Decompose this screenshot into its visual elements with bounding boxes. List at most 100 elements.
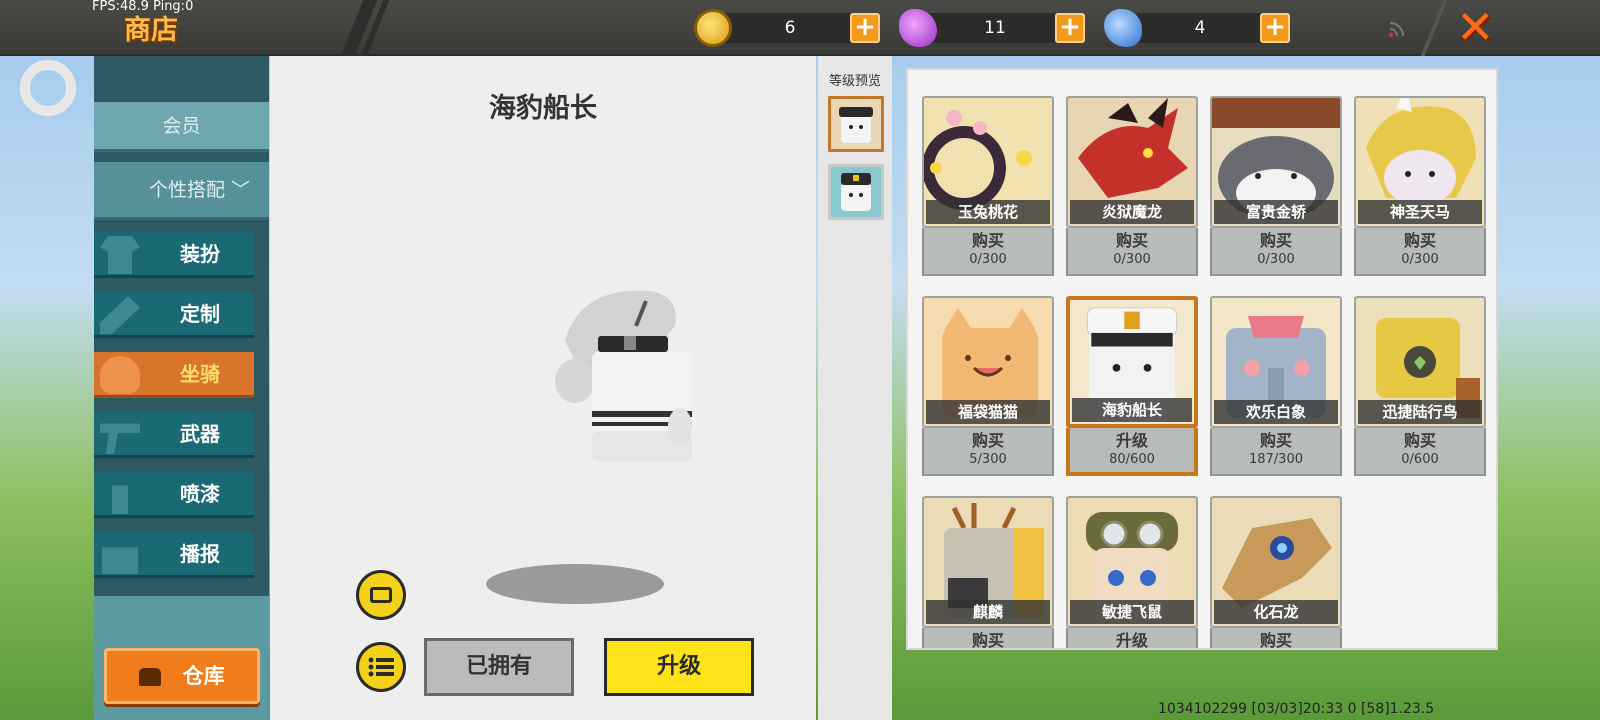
mount-card-progress: 0/300 xyxy=(1113,252,1151,267)
mount-card-action[interactable]: 购买 xyxy=(1212,631,1340,648)
warehouse-button[interactable]: 仓库 xyxy=(104,648,260,704)
pencil-icon xyxy=(100,296,140,334)
sidebar-item-label: 武器 xyxy=(180,422,220,446)
mount-card-progress: 0/300 xyxy=(1257,252,1295,267)
sidebar-item-label: 会员 xyxy=(162,115,201,137)
mount-card[interactable]: 敏捷飞鼠 升级 xyxy=(1066,496,1198,648)
briefcase-button[interactable] xyxy=(356,570,406,620)
mount-card-info: 购买 0/600 xyxy=(1354,428,1486,476)
mount-card-name: 富贵金轿 xyxy=(1214,200,1338,224)
sidebar-item-custom[interactable]: 定制 xyxy=(94,292,254,338)
mount-model[interactable] xyxy=(540,286,710,506)
mount-thumbnail: 欢乐白象 xyxy=(1210,296,1342,428)
mount-card[interactable]: 富贵金轿 购买 0/300 xyxy=(1210,96,1342,276)
chevron-down-icon: ﹀ xyxy=(231,179,251,201)
mount-card[interactable]: 福袋猫猫 购买 5/300 xyxy=(922,296,1054,476)
mount-card-action[interactable]: 升级 xyxy=(1068,631,1196,648)
upgrade-button[interactable]: 升级 xyxy=(604,638,754,696)
add-blue-gem-button[interactable]: + xyxy=(1260,13,1290,43)
mount-card-name: 麒麟 xyxy=(926,600,1050,624)
mount-card-name: 福袋猫猫 xyxy=(926,400,1050,424)
mount-card-info: 升级 80/600 xyxy=(1066,428,1198,476)
mount-card[interactable]: 玉兔桃花 购买 0/300 xyxy=(922,96,1054,276)
seal-icon xyxy=(841,173,871,211)
sidebar-item-label: 喷漆 xyxy=(180,482,220,506)
mount-card-action[interactable]: 购买 xyxy=(1068,231,1196,251)
sidebar-item-spray[interactable]: 喷漆 xyxy=(94,472,254,518)
mount-card[interactable]: 迅捷陆行鸟 购买 0/600 xyxy=(1354,296,1486,476)
owned-button[interactable]: 已拥有 xyxy=(424,638,574,696)
mount-card-name: 炎狱魔龙 xyxy=(1070,200,1194,224)
mount-card-action[interactable]: 购买 xyxy=(924,431,1052,451)
level-preview-thumb-2[interactable] xyxy=(828,164,884,220)
purple-gem-icon xyxy=(899,9,937,47)
blue-gem-icon xyxy=(1104,9,1142,47)
sidebar-item-label: 装扮 xyxy=(180,242,220,266)
mount-card[interactable]: 麒麟 购买 xyxy=(922,496,1054,648)
chest-icon xyxy=(139,668,162,686)
signal-icon xyxy=(1389,22,1404,37)
mount-card-name: 海豹船长 xyxy=(1072,398,1192,422)
currency-gold: 6 + xyxy=(694,9,880,47)
mount-card[interactable]: 欢乐白象 购买 187/300 xyxy=(1210,296,1342,476)
briefcase-icon xyxy=(370,587,392,603)
menu-circle-button[interactable] xyxy=(20,60,76,116)
mount-grid: 玉兔桃花 购买 0/300 炎狱魔龙 购买 0/300 富贵金轿 购买 0/30… xyxy=(906,68,1498,650)
mount-card-name: 欢乐白象 xyxy=(1214,400,1338,424)
mount-card-action[interactable]: 购买 xyxy=(924,631,1052,648)
sidebar-item-label: 坐骑 xyxy=(180,362,220,386)
mount-card-info: 购买 xyxy=(922,628,1054,648)
spray-can-icon xyxy=(112,485,128,514)
currency-value: 4 xyxy=(1194,18,1206,38)
mount-card-info: 购买 0/300 xyxy=(1354,228,1486,276)
mount-card-action[interactable]: 购买 xyxy=(1356,231,1484,251)
mount-card[interactable]: 神圣天马 购买 0/300 xyxy=(1354,96,1486,276)
close-button[interactable]: ✕ xyxy=(1456,4,1495,50)
mount-card-selected[interactable]: 海豹船长 升级 80/600 xyxy=(1066,296,1198,476)
mount-card-action[interactable]: 购买 xyxy=(1356,431,1484,451)
mount-card-info: 购买 xyxy=(1210,628,1342,648)
mount-thumbnail: 麒麟 xyxy=(922,496,1054,628)
mount-shadow xyxy=(486,564,664,604)
gun-icon xyxy=(100,423,140,454)
sidebar-item-personal-style[interactable]: 个性搭配 ﹀ xyxy=(94,162,269,220)
mount-card-info: 购买 0/300 xyxy=(1210,228,1342,276)
sidebar-item-weapons[interactable]: 武器 xyxy=(94,412,254,458)
gold-coin-icon xyxy=(694,9,732,47)
add-purple-gem-button[interactable]: + xyxy=(1055,13,1085,43)
mount-thumbnail: 神圣天马 xyxy=(1354,96,1486,228)
mount-card[interactable]: 炎狱魔龙 购买 0/300 xyxy=(1066,96,1198,276)
mount-thumbnail: 迅捷陆行鸟 xyxy=(1354,296,1486,428)
mount-card-info: 升级 xyxy=(1066,628,1198,648)
mount-thumbnail: 玉兔桃花 xyxy=(922,96,1054,228)
mount-card-name: 玉兔桃花 xyxy=(926,200,1050,224)
mount-thumbnail: 福袋猫猫 xyxy=(922,296,1054,428)
mount-card-action[interactable]: 升级 xyxy=(1070,431,1194,451)
mount-card-action[interactable]: 购买 xyxy=(1212,231,1340,251)
level-preview-title: 等级预览 xyxy=(828,74,881,89)
sidebar: 会员 个性搭配 ﹀ 装扮 定制 坐骑 武器 喷漆 播报 xyxy=(94,56,269,720)
sidebar-item-mounts[interactable]: 坐骑 xyxy=(94,352,254,398)
level-preview-thumb-1[interactable] xyxy=(828,96,884,152)
gift-box-icon xyxy=(102,547,138,574)
warehouse-label: 仓库 xyxy=(182,664,225,688)
footer-info: 1034102299 [03/03]20:33 0 [58]1.23.5 xyxy=(1158,701,1435,717)
sidebar-item-broadcast[interactable]: 播报 xyxy=(94,532,254,578)
add-gold-button[interactable]: + xyxy=(850,13,880,43)
list-button[interactable] xyxy=(356,642,406,692)
mount-card[interactable]: 化石龙 购买 xyxy=(1210,496,1342,648)
mount-thumbnail: 炎狱魔龙 xyxy=(1066,96,1198,228)
sidebar-item-outfit[interactable]: 装扮 xyxy=(94,232,254,278)
sidebar-item-membership[interactable]: 会员 xyxy=(94,102,269,152)
mount-card-info: 购买 187/300 xyxy=(1210,428,1342,476)
mount-card-progress: 0/300 xyxy=(1401,252,1439,267)
mount-card-progress: 5/300 xyxy=(969,452,1007,467)
currency-purple: 11 + xyxy=(899,9,1085,47)
mount-card-info: 购买 0/300 xyxy=(922,228,1054,276)
mount-card-info: 购买 0/300 xyxy=(1066,228,1198,276)
mount-card-action[interactable]: 购买 xyxy=(1212,431,1340,451)
mount-card-action[interactable]: 购买 xyxy=(924,231,1052,251)
page-title: 商店 xyxy=(124,15,178,46)
sidebar-item-label: 定制 xyxy=(180,302,220,326)
currency-value: 6 xyxy=(784,18,796,38)
